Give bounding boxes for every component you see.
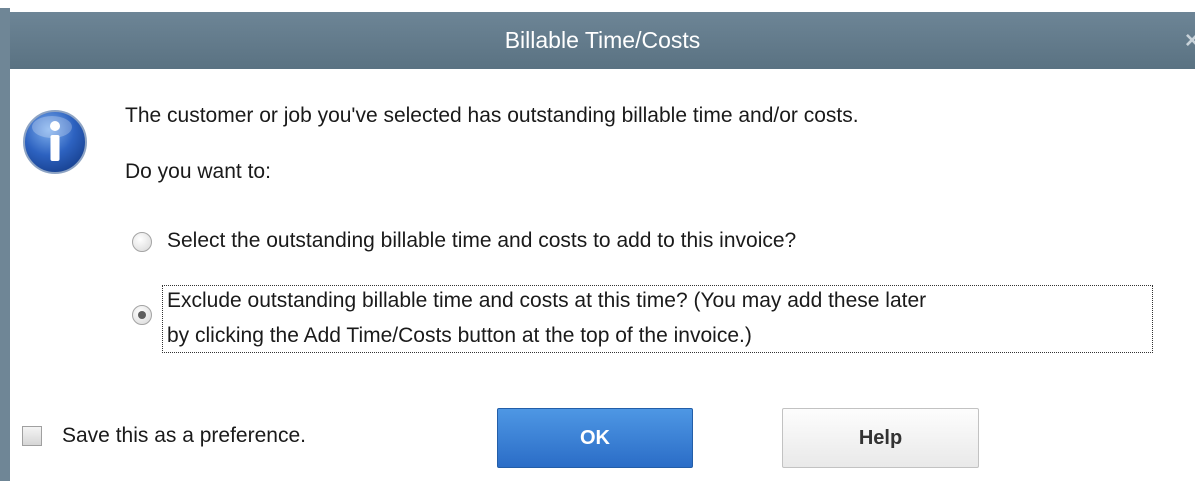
- radio-selected-dot: [138, 311, 146, 319]
- help-button[interactable]: Help: [782, 408, 979, 468]
- info-icon: [23, 110, 87, 174]
- save-preference-checkbox[interactable]: [22, 426, 42, 446]
- option-select-label[interactable]: Select the outstanding billable time and…: [167, 229, 796, 253]
- option-select-radio[interactable]: [132, 232, 152, 252]
- window-left-border: [0, 8, 10, 481]
- dialog-title: Billable Time/Costs: [504, 27, 701, 53]
- title-bar[interactable]: Billable Time/Costs ×: [10, 12, 1195, 69]
- option-exclude-radio[interactable]: [132, 305, 152, 325]
- message-line-2: Do you want to:: [125, 160, 271, 183]
- message-line-1: The customer or job you've selected has …: [125, 104, 859, 127]
- close-icon[interactable]: ×: [1185, 12, 1195, 69]
- option-exclude-label-line-1[interactable]: Exclude outstanding billable time and co…: [167, 289, 926, 313]
- billable-time-costs-dialog: Billable Time/Costs × The customer or jo…: [0, 0, 1195, 481]
- save-preference-label[interactable]: Save this as a preference.: [62, 424, 306, 448]
- ok-button[interactable]: OK: [497, 408, 693, 468]
- option-exclude-label-line-2[interactable]: by clicking the Add Time/Costs button at…: [167, 324, 752, 348]
